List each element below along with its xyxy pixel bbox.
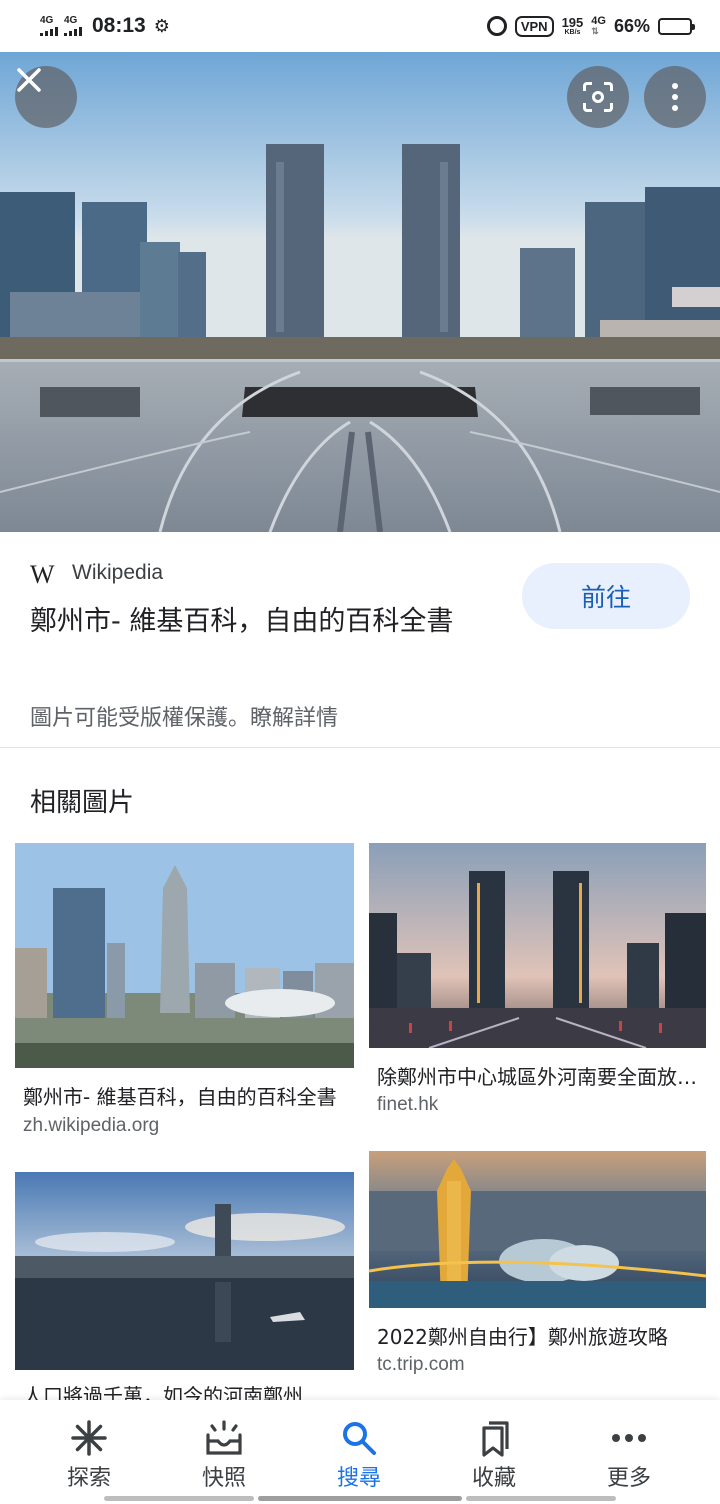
main-image[interactable]: [0, 52, 720, 532]
network-type-2: 4G: [64, 15, 78, 26]
gesture-bar: [258, 1496, 462, 1501]
snapshot-inbox-icon: [204, 1418, 244, 1458]
source-page-title[interactable]: 鄭州市- 維基百科，自由的百科全書: [30, 600, 490, 644]
network-speed-unit: KB/s: [564, 29, 581, 36]
related-image-domain: zh.wikipedia.org: [23, 1115, 160, 1136]
nav-snapshot-label: 快照: [201, 1466, 246, 1491]
battery-percent: 66%: [613, 15, 650, 36]
more-options-button[interactable]: [644, 66, 706, 128]
vpn-badge: VPN: [514, 15, 554, 37]
related-image-thumbnail[interactable]: [15, 1172, 354, 1370]
gesture-bar: [104, 1496, 254, 1501]
more-vert-icon: [672, 83, 678, 111]
signal-strength-icon: 4G: [64, 16, 82, 36]
related-image-card[interactable]: 鄭州市- 維基百科，自由的百科全書 zh.wikipedia.org: [15, 843, 354, 1143]
related-image-domain: tc.trip.com: [377, 1354, 465, 1375]
more-horiz-icon: [611, 1418, 647, 1458]
related-image-thumbnail[interactable]: [369, 843, 706, 1048]
nav-search[interactable]: 搜尋: [287, 1400, 431, 1504]
nav-more[interactable]: 更多: [557, 1400, 701, 1504]
copyright-notice[interactable]: 圖片可能受版權保護。瞭解詳情: [30, 700, 338, 732]
related-image-title: 人口將過千萬，如今的河南鄭州: [23, 1384, 303, 1400]
nav-collections-label: 收藏: [471, 1466, 516, 1491]
nav-explore-label: 探索: [66, 1466, 111, 1491]
alarm-clock-icon: [486, 16, 507, 36]
battery-icon: [658, 17, 695, 35]
nav-explore[interactable]: 探索: [17, 1400, 161, 1504]
related-image-card[interactable]: 除鄭州市中心城區外河南要全面放開落戶限制 finet.hk: [369, 843, 706, 1123]
related-image-title: 除鄭州市中心城區外河南要全面放開落戶限制: [377, 1065, 698, 1089]
related-image-title: 鄭州市- 維基百科，自由的百科全書: [23, 1085, 337, 1109]
nav-snapshot[interactable]: 快照: [152, 1400, 296, 1504]
bottom-navigation: 探索 快照 搜尋 收藏 更多: [0, 1400, 720, 1504]
visit-button[interactable]: 前往: [522, 563, 690, 629]
asterisk-icon: [70, 1418, 108, 1458]
clock: 08:13: [92, 14, 146, 37]
wikipedia-logo-icon: W: [30, 560, 55, 589]
nav-collections[interactable]: 收藏: [422, 1400, 566, 1504]
close-button[interactable]: [15, 66, 77, 128]
status-bar: 4G 4G 08:13 ⚙ VPN 195 KB/s 4G ⇅ 66%: [0, 0, 720, 52]
related-image-thumbnail[interactable]: [15, 843, 354, 1068]
network-speed-value: 195: [561, 15, 584, 30]
related-image-title: 2022鄭州自由行】鄭州旅遊攻略: [377, 1325, 668, 1349]
related-image-card[interactable]: 人口將過千萬，如今的河南鄭州: [15, 1172, 354, 1400]
collections-icon: [476, 1418, 512, 1458]
gesture-bar: [466, 1496, 616, 1501]
related-images-heading: 相關圖片: [30, 788, 135, 818]
nav-search-label: 搜尋: [336, 1466, 381, 1491]
google-lens-icon: [583, 82, 613, 112]
close-icon: [17, 68, 41, 92]
google-lens-button[interactable]: [567, 66, 629, 128]
source-site-name[interactable]: Wikipedia: [72, 561, 163, 585]
search-icon: [340, 1418, 378, 1458]
signal-strength-icon: 4G: [40, 16, 58, 36]
network-speed: 195 KB/s: [562, 16, 584, 36]
related-image-thumbnail[interactable]: [369, 1151, 706, 1308]
network-type-1: 4G: [40, 15, 54, 26]
mobile-data-icon: 4G ⇅: [591, 15, 606, 36]
settings-gear-icon: ⚙: [153, 15, 170, 36]
related-image-card[interactable]: 2022鄭州自由行】鄭州旅遊攻略 tc.trip.com: [369, 1151, 706, 1391]
related-image-domain: finet.hk: [377, 1094, 439, 1115]
nav-more-label: 更多: [606, 1466, 651, 1491]
